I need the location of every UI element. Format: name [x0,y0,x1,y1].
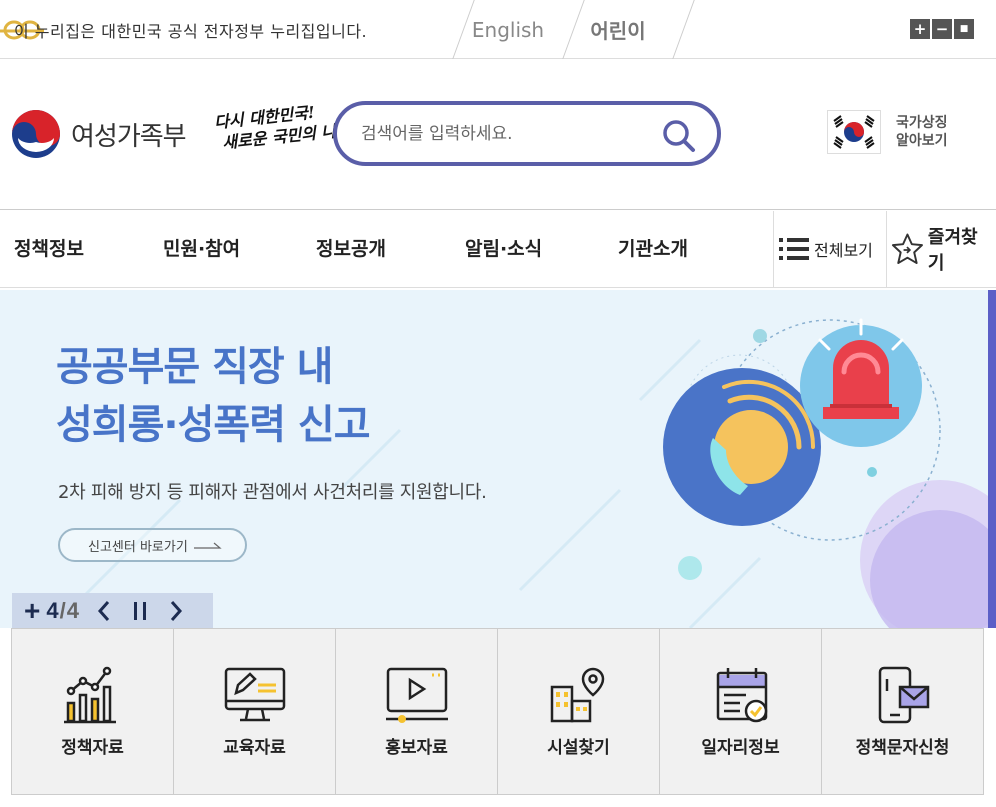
national-symbol-link[interactable]: 국가상징 알아보기 [827,110,948,154]
zoom-controls: + − ■ [910,19,974,39]
nav-tools: 전체보기 즐겨찾기 [773,211,996,287]
search-box [333,101,721,166]
quick-label: 정책자료 [61,738,124,758]
utility-bar: 이 누리집은 대한민국 공식 전자정부 누리집입니다. English 어린이 … [0,0,996,59]
national-symbol-line-1: 국가상징 [896,115,948,131]
phone-message-icon [878,666,929,724]
building-location-icon [550,667,604,723]
banner-controls: + 4/4 [12,593,213,628]
quick-item-policy-data[interactable]: 정책자료 [12,629,174,794]
korean-flag-icon [827,110,881,154]
main-banner[interactable]: 공공부문 직장 내 성희롱·성폭력 신고 2차 피해 방지 등 피해자 관점에서… [0,290,988,628]
quick-label: 일자리정보 [701,738,780,758]
nav-item-policy[interactable]: 정책정보 [14,211,84,287]
report-center-link-label: 신고센터 바로가기 [88,539,188,555]
main-navigation: 정책정보 민원·참여 정보공개 알림·소식 기관소개 전체보기 즐겨찾기 [0,211,996,288]
quick-menu: 정책자료 교육자료 홍보자료 시설찾기 일자리정보 정책문자신청 [11,628,984,795]
star-icon [891,233,923,264]
zoom-reset-button[interactable]: ■ [954,19,974,39]
banner-scrollbar[interactable] [988,290,996,628]
all-view-label: 전체보기 [814,241,873,260]
banner-prev-button[interactable] [93,598,115,624]
quick-item-education[interactable]: 교육자료 [174,629,336,794]
emergency-call-illustration-icon [663,318,988,628]
chevron-left-icon [97,600,110,621]
report-center-link[interactable]: 신고센터 바로가기 [58,528,247,562]
banner-more-button[interactable]: + [24,596,40,625]
language-links: English 어린이 [452,0,695,59]
banner-title: 공공부문 직장 내 성희롱·성폭력 신고 [56,338,371,454]
quick-item-policy-sms[interactable]: 정책문자신청 [822,629,983,794]
quick-label: 교육자료 [223,738,286,758]
banner-separator: / [59,597,66,623]
calendar-check-icon [716,668,767,723]
favorites-button[interactable]: 즐겨찾기 [886,211,996,287]
favorites-label: 즐겨찾기 [927,227,978,274]
gov-notice-text: 이 누리집은 대한민국 공식 전자정부 누리집입니다. [14,21,368,41]
pause-icon [133,601,146,620]
banner-title-line-2: 성희롱·성폭력 신고 [56,402,371,448]
arrow-right-icon [193,542,222,549]
zoom-out-button[interactable]: − [932,19,952,39]
chevron-right-icon [170,600,182,621]
quick-item-jobs[interactable]: 일자리정보 [660,629,822,794]
banner-current: 4 [46,597,59,623]
national-symbol-line-2: 알아보기 [896,133,948,149]
logo-text: 여성가족부 [71,121,187,152]
quick-item-facility[interactable]: 시설찾기 [498,629,660,794]
gov-notice[interactable]: 이 누리집은 대한민국 공식 전자정부 누리집입니다. [0,0,368,59]
banner-counter: 4/4 [46,598,79,624]
nav-item-news[interactable]: 알림·소식 [465,211,542,287]
divider [672,0,695,59]
national-symbol-text: 국가상징 알아보기 [896,114,948,150]
nav-item-disclosure[interactable]: 정보공개 [316,211,386,287]
banner-pause-button[interactable] [129,598,151,624]
english-link[interactable]: English [453,0,563,59]
kids-link[interactable]: 어린이 [563,0,673,59]
zoom-in-button[interactable]: + [910,19,930,39]
quick-label: 시설찾기 [547,738,610,758]
quick-item-promotion[interactable]: 홍보자료 [336,629,498,794]
nav-item-civil[interactable]: 민원·참여 [163,211,240,287]
monitor-edit-icon [224,667,285,722]
banner-description: 2차 피해 방지 등 피해자 관점에서 사건처리를 지원합니다. [58,482,487,503]
quick-label: 홍보자료 [385,738,448,758]
site-logo[interactable]: 여성가족부 [10,108,187,160]
video-play-icon [385,667,448,723]
search-icon [663,120,695,152]
all-view-button[interactable]: 전체보기 [773,211,886,287]
site-header: 여성가족부 다시 대한민국! 새로운 국민의 나라 검색어를 입력하세요. 국가… [0,60,996,210]
chart-icon [63,666,116,724]
banner-title-line-1: 공공부문 직장 내 [56,344,333,390]
search-input[interactable] [361,123,661,144]
search-button[interactable] [659,116,699,156]
banner-next-button[interactable] [165,598,187,624]
taegeuk-logo-icon [12,110,60,158]
banner-total: 4 [66,597,79,623]
quick-label: 정책문자신청 [855,738,950,758]
nav-item-about[interactable]: 기관소개 [618,211,688,287]
slogan: 다시 대한민국! 새로운 국민의 나라 [213,98,352,154]
menu-list-icon [779,238,809,260]
